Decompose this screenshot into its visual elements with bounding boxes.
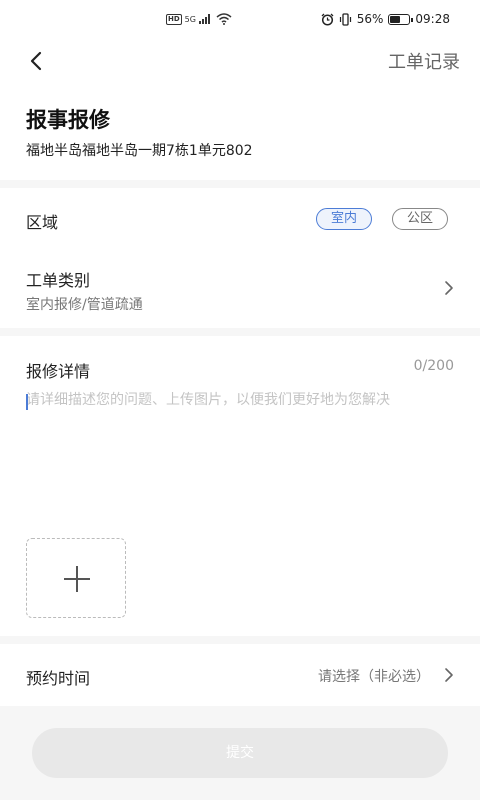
status-bar: HD 5G 56% 09:28	[0, 0, 480, 40]
char-counter: 0/200	[413, 358, 454, 374]
battery-icon	[388, 13, 414, 25]
details-textarea[interactable]: 请详细描述您的问题、上传图片，以便我们更好地为您解决	[26, 392, 446, 409]
wifi-icon	[216, 13, 232, 25]
submit-button[interactable]: 提交	[32, 728, 448, 778]
hd-badge: HD	[166, 13, 182, 25]
address: 福地半岛福地半岛一期7栋1单元802	[26, 143, 253, 159]
alarm-icon	[321, 13, 334, 26]
details-label: 报修详情	[26, 362, 91, 381]
category-label: 工单类别	[26, 271, 91, 290]
area-option-indoor[interactable]: 室内	[316, 208, 373, 230]
category-value: 室内报修/管道疏通	[26, 297, 143, 313]
chevron-right-icon	[445, 281, 453, 295]
appointment-label: 预约时间	[26, 669, 91, 688]
records-link[interactable]: 工单记录	[388, 48, 460, 74]
page-title: 报事报修	[26, 108, 110, 132]
header: 工单记录 报事报修 福地半岛福地半岛一期7栋1单元802	[0, 40, 480, 180]
form-section-details: 报修详情 0/200 请详细描述您的问题、上传图片，以便我们更好地为您解决	[0, 336, 480, 636]
appointment-picker[interactable]: 请选择（非必选）	[318, 666, 430, 686]
text-cursor	[26, 394, 28, 410]
chevron-left-icon	[30, 51, 42, 71]
clock: 09:28	[415, 12, 450, 26]
vibrate-icon	[339, 12, 351, 26]
network-type: 5G	[184, 14, 196, 24]
system-indicators: 56% 09:28	[321, 12, 450, 26]
signal-icon	[198, 14, 210, 24]
area-label: 区域	[26, 213, 59, 232]
network-indicators: HD 5G	[166, 13, 232, 25]
back-button[interactable]	[22, 46, 52, 76]
appointment-row[interactable]: 预约时间 请选择（非必选）	[0, 644, 480, 706]
chevron-right-icon	[445, 668, 453, 682]
form-section-basic: 区域 室内 公区 工单类别 室内报修/管道疏通	[0, 188, 480, 328]
area-option-public[interactable]: 公区	[392, 208, 449, 230]
upload-image-button[interactable]	[26, 538, 126, 618]
battery-percent: 56%	[356, 12, 384, 26]
